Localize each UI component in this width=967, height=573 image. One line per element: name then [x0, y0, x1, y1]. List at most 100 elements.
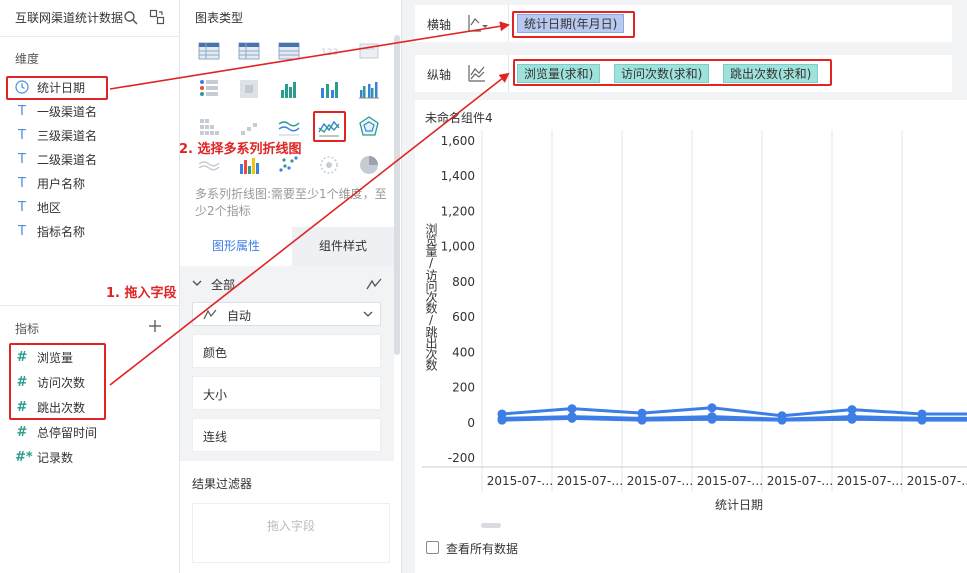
data-point[interactable] — [707, 414, 717, 424]
color-property[interactable]: 颜色 — [192, 334, 381, 368]
chevron-down-icon[interactable] — [192, 279, 202, 287]
chart-type-description: 多系列折线图:需要至少1个维度，至少2个指标 — [195, 187, 387, 218]
horizontal-scrollbar[interactable] — [481, 523, 501, 528]
stair-icon[interactable] — [238, 116, 260, 138]
legend-table-icon[interactable] — [198, 78, 220, 100]
number-field-icon: # — [16, 375, 28, 390]
number-field-icon: # — [16, 425, 28, 440]
multi-series-line-chart-icon[interactable] — [318, 116, 340, 138]
dataset-title: 互联网渠道统计数据 — [15, 11, 124, 25]
all-series-row[interactable]: 全部 — [192, 275, 384, 295]
y-tick-label: -200 — [448, 451, 475, 465]
switch-dataset-icon[interactable] — [149, 9, 165, 25]
stacked-area-icon[interactable] — [198, 154, 220, 176]
view-all-checkbox[interactable] — [426, 541, 439, 554]
dimension-field[interactable]: T 用户名称 — [15, 173, 165, 195]
chart-type-panel: 图表类型 123 多系列折线图:需要至少1个维度，至少2个指标 图形属性 组件样… — [180, 0, 402, 573]
measure-field[interactable]: # 浏览量 — [15, 347, 165, 369]
connect-line-property[interactable]: 连线 — [192, 418, 381, 452]
y-axis-field-pill[interactable]: 访问次数(求和) — [614, 64, 710, 83]
detail-table-icon[interactable] — [278, 40, 300, 62]
pie-chart-icon[interactable] — [358, 154, 380, 176]
add-measure-icon[interactable] — [148, 319, 162, 333]
y-tick-label: 600 — [452, 310, 475, 324]
dimension-field[interactable]: T 三级渠道名 — [15, 125, 165, 147]
chart-title: 未命名组件4 — [425, 111, 493, 125]
y-tick-label: 1,400 — [441, 169, 475, 183]
dimension-field-label: 二级渠道名 — [37, 153, 98, 167]
y-axis-field-pill[interactable]: 浏览量(求和) — [517, 64, 601, 83]
kpi-number-icon[interactable]: 123 — [318, 40, 340, 62]
divider — [0, 305, 180, 306]
number-field-icon: # — [16, 400, 28, 415]
measure-field-label: 总停留时间 — [37, 426, 98, 440]
cross-table-icon[interactable] — [238, 40, 260, 62]
dimension-field[interactable]: T 地区 — [15, 197, 165, 219]
data-point[interactable] — [777, 415, 787, 425]
measure-field[interactable]: # 总停留时间 — [15, 422, 165, 444]
tab-component-style[interactable]: 组件样式 — [292, 227, 394, 266]
divider — [508, 5, 509, 42]
data-point[interactable] — [707, 403, 717, 413]
data-point[interactable] — [567, 404, 577, 414]
search-icon[interactable] — [123, 10, 139, 26]
data-point[interactable] — [567, 413, 577, 423]
x-tick-label: 2015-07-… — [557, 474, 623, 488]
dimension-field[interactable]: 统计日期 — [15, 77, 165, 99]
x-axis-title: 统计日期 — [715, 498, 763, 512]
x-axis-sort-icon[interactable] — [467, 13, 489, 33]
color-bar-icon[interactable] — [238, 154, 260, 176]
color-property-label: 颜色 — [203, 346, 228, 360]
property-tabs: 图形属性 组件样式 — [180, 227, 394, 266]
measure-field[interactable]: # 访问次数 — [15, 372, 165, 394]
bubble-icon[interactable] — [318, 154, 340, 176]
tab-graph-properties[interactable]: 图形属性 — [180, 227, 292, 266]
text-field-icon: T — [18, 200, 26, 215]
dimension-field[interactable]: T 二级渠道名 — [15, 149, 165, 171]
dimension-field-label: 用户名称 — [37, 177, 86, 191]
text-card-icon[interactable] — [358, 40, 380, 62]
measures-title: 指标 — [15, 322, 40, 336]
matrix-icon[interactable] — [198, 116, 220, 138]
area-chart-icon[interactable] — [278, 116, 300, 138]
result-filter-title: 结果过滤器 — [192, 477, 253, 491]
chart-type-title: 图表类型 — [195, 11, 244, 25]
data-point[interactable] — [917, 415, 927, 425]
all-label: 全部 — [211, 278, 236, 292]
measure-field[interactable]: #* 记录数 — [15, 447, 165, 469]
dimension-field[interactable]: T 指标名称 — [15, 221, 165, 243]
dimension-field[interactable]: T 一级渠道名 — [15, 101, 165, 123]
data-point[interactable] — [637, 415, 647, 425]
table-icon[interactable] — [198, 40, 220, 62]
result-filter-dropzone[interactable]: 拖入字段 — [192, 503, 390, 563]
size-property[interactable]: 大小 — [192, 376, 381, 410]
scatter-bar-icon[interactable] — [278, 78, 300, 100]
y-axis-chart-icon[interactable] — [467, 63, 489, 83]
x-axis-row: 横轴 — [415, 5, 952, 42]
view-all-label: 查看所有数据 — [446, 542, 519, 556]
measure-field-label: 访问次数 — [37, 376, 86, 390]
svg-text:123: 123 — [321, 48, 338, 58]
panel-scrollbar[interactable] — [394, 35, 400, 355]
dimension-field-label: 统计日期 — [37, 81, 86, 95]
y-tick-label: 1,000 — [441, 240, 475, 254]
dot-plot-icon[interactable] — [278, 154, 300, 176]
x-axis-field-pill[interactable]: 统计日期(年月日) — [517, 14, 625, 33]
y-axis-field-pill[interactable]: 跳出次数(求和) — [723, 64, 819, 83]
x-tick-label: 2015-07-… — [837, 474, 903, 488]
y-axis-title: 浏览量/访问次数/跳出次数 — [424, 223, 438, 372]
heatmap-icon[interactable] — [238, 78, 260, 100]
data-point[interactable] — [847, 414, 857, 424]
mode-select[interactable]: 自动 — [192, 302, 381, 326]
text-field-icon: T — [18, 104, 26, 119]
data-point[interactable] — [497, 415, 507, 425]
divider — [0, 36, 180, 37]
grouped-bar-icon[interactable] — [358, 78, 380, 100]
measure-field-label: 跳出次数 — [37, 401, 86, 415]
radar-chart-icon[interactable] — [358, 116, 380, 138]
bar-chart-icon[interactable] — [318, 78, 340, 100]
number-field-icon: #* — [15, 450, 33, 465]
measure-field[interactable]: # 跳出次数 — [15, 397, 165, 419]
text-field-icon: T — [18, 224, 26, 239]
text-field-icon: T — [18, 128, 26, 143]
